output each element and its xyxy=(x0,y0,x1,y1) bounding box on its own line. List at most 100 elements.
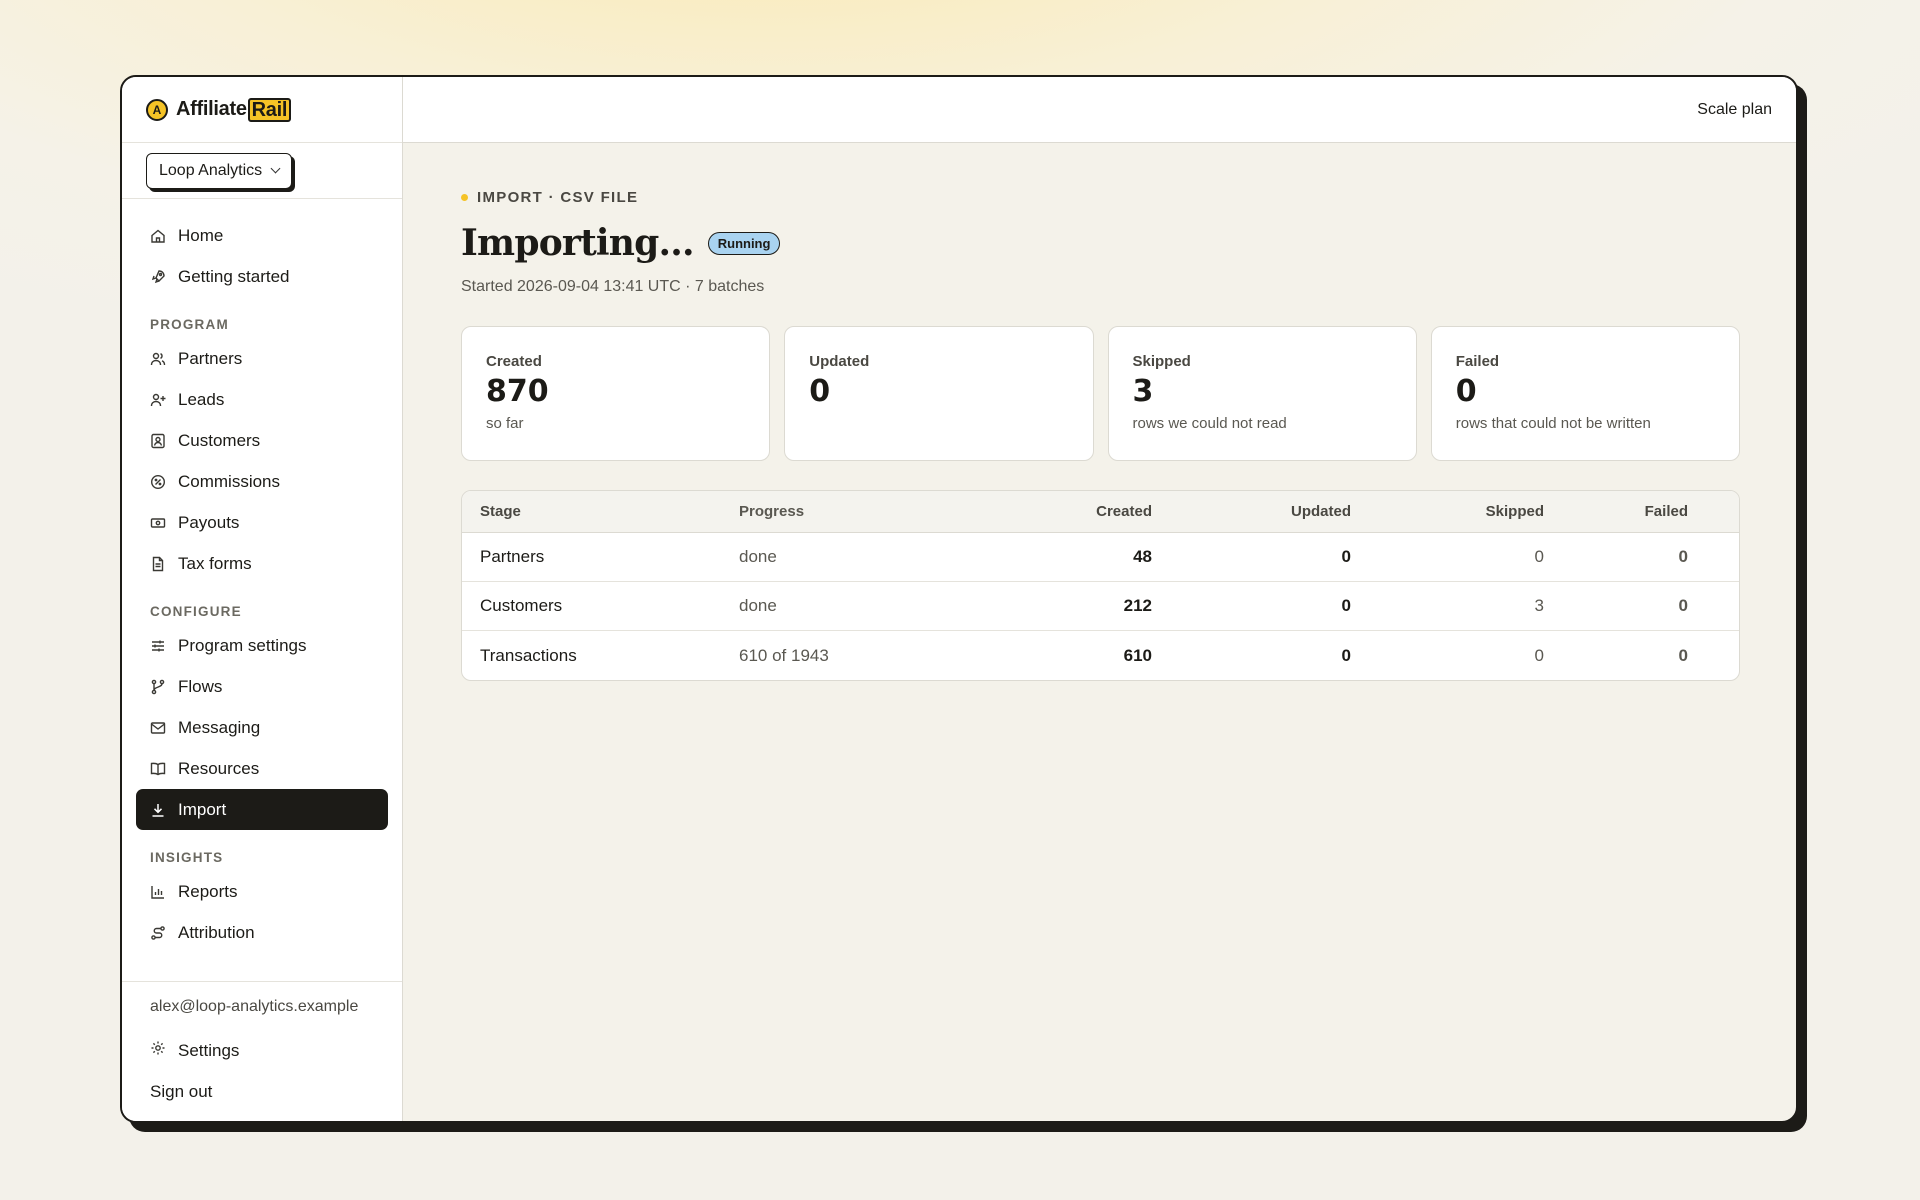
sidebar: A Affiliate Rail Loop Analytics Home Gett… xyxy=(122,77,403,1121)
cell-created: 48 xyxy=(1133,547,1152,566)
page-title: Importing... xyxy=(461,222,695,264)
sidebar-item-label: Getting started xyxy=(178,266,290,286)
org-selector[interactable]: Loop Analytics xyxy=(146,152,293,189)
logo-mark-icon: A xyxy=(146,98,168,121)
sidebar-item-reports[interactable]: Reports xyxy=(136,871,388,912)
sidebar-item-import[interactable]: Import xyxy=(136,789,388,830)
cell-progress: done xyxy=(739,596,777,615)
rocket-icon xyxy=(150,269,166,285)
stat-value: 3 xyxy=(1132,374,1154,409)
sidebar-item-tax-forms[interactable]: Tax forms xyxy=(136,543,388,584)
section-title-insights: INSIGHTS xyxy=(150,850,224,865)
brand-name-part1: Affiliate xyxy=(176,97,247,120)
stat-value: 0 xyxy=(1455,374,1477,409)
stat-label: Created xyxy=(486,353,542,370)
cell-skipped: 3 xyxy=(1534,596,1544,615)
download-icon xyxy=(150,802,166,818)
sidebar-item-label: Program settings xyxy=(178,635,307,655)
stat-value: 0 xyxy=(809,374,831,409)
sidebar-item-leads[interactable]: Leads xyxy=(136,379,388,420)
table-row: Customers done 212 0 3 0 xyxy=(462,582,1739,631)
topbar: Scale plan xyxy=(403,77,1796,143)
cell-updated: 0 xyxy=(1341,645,1351,665)
cell-progress: 610 of 1943 xyxy=(739,645,829,665)
stat-value: 870 xyxy=(486,374,549,409)
user-plus-icon xyxy=(150,392,166,408)
cell-skipped: 0 xyxy=(1534,645,1544,665)
sidebar-item-label: Customers xyxy=(178,430,261,450)
sidebar-item-flows[interactable]: Flows xyxy=(136,666,388,707)
table-row: Partners done 48 0 0 0 xyxy=(462,533,1739,582)
mail-icon xyxy=(150,720,166,736)
stat-note: rows we could not read xyxy=(1132,415,1287,432)
stat-note: rows that could not be written xyxy=(1455,415,1651,432)
sidebar-item-commissions[interactable]: Commissions xyxy=(136,461,388,502)
sidebar-item-customers[interactable]: Customers xyxy=(136,420,388,461)
org-selector-label: Loop Analytics xyxy=(159,161,263,179)
sign-out-label: Sign out xyxy=(150,1081,213,1101)
sidebar-item-label: Messaging xyxy=(178,717,261,737)
sidebar-item-label: Attribution xyxy=(178,922,255,942)
page-eyebrow: IMPORT · CSV FILE xyxy=(461,189,1740,206)
stat-label: Skipped xyxy=(1132,353,1191,370)
column-header-stage: Stage xyxy=(480,503,521,520)
sidebar-item-partners[interactable]: Partners xyxy=(136,338,388,379)
column-header-failed: Failed xyxy=(1644,503,1688,520)
sidebar-item-label: Leads xyxy=(178,389,225,409)
stat-card-updated: Updated 0 xyxy=(784,326,1094,461)
banknote-icon xyxy=(150,515,166,531)
stat-label: Updated xyxy=(809,353,870,370)
column-header-updated: Updated xyxy=(1291,503,1351,520)
settings-link[interactable]: Settings xyxy=(150,1030,402,1071)
section-title-configure: CONFIGURE xyxy=(150,604,242,619)
main-panel: Scale plan IMPORT · CSV FILE Importing..… xyxy=(403,77,1796,1121)
branch-icon xyxy=(150,679,166,695)
column-header-progress: Progress xyxy=(739,503,805,520)
page-subtitle: Started 2026-09-04 13:41 UTC · 7 batches xyxy=(461,278,765,295)
page-content: IMPORT · CSV FILE Importing... Running S… xyxy=(403,143,1796,681)
sidebar-item-label: Reports xyxy=(178,881,238,901)
cell-skipped: 0 xyxy=(1534,547,1544,566)
brand-logo[interactable]: A Affiliate Rail xyxy=(122,77,402,143)
sidebar-item-program-settings[interactable]: Program settings xyxy=(136,625,388,666)
stat-note: so far xyxy=(486,415,524,432)
account-email: alex@loop-analytics.example xyxy=(150,998,359,1015)
cell-failed: 0 xyxy=(1678,645,1688,665)
book-icon xyxy=(150,761,166,777)
chevron-down-icon xyxy=(270,163,281,174)
plan-link[interactable]: Scale plan xyxy=(1697,101,1772,119)
route-icon xyxy=(150,925,166,941)
cell-failed: 0 xyxy=(1678,596,1688,615)
app-window: A Affiliate Rail Loop Analytics Home Gett… xyxy=(120,75,1798,1123)
stat-cards: Created 870 so far Updated 0 Skipped 3 r… xyxy=(461,326,1740,461)
file-icon xyxy=(150,556,166,572)
sidebar-item-getting-started[interactable]: Getting started xyxy=(136,256,388,297)
sidebar-item-messaging[interactable]: Messaging xyxy=(136,707,388,748)
settings-label: Settings xyxy=(178,1040,240,1060)
column-header-created: Created xyxy=(1096,503,1152,520)
sidebar-item-label: Commissions xyxy=(178,471,281,491)
sign-out-link[interactable]: Sign out xyxy=(150,1071,402,1112)
users-icon xyxy=(150,351,166,367)
section-title-program: PROGRAM xyxy=(150,317,229,332)
gear-icon xyxy=(150,1040,166,1061)
sidebar-item-label: Resources xyxy=(178,758,260,778)
sidebar-item-label: Flows xyxy=(178,676,223,696)
cell-updated: 0 xyxy=(1341,547,1351,566)
cell-created: 212 xyxy=(1123,596,1152,615)
sidebar-item-resources[interactable]: Resources xyxy=(136,748,388,789)
sidebar-item-attribution[interactable]: Attribution xyxy=(136,912,388,953)
cell-stage: Partners xyxy=(480,547,545,566)
contact-icon xyxy=(150,433,166,449)
sidebar-item-home[interactable]: Home xyxy=(136,215,388,256)
cell-stage: Customers xyxy=(480,596,563,615)
eyebrow-label: IMPORT · CSV FILE xyxy=(477,189,639,206)
sidebar-item-payouts[interactable]: Payouts xyxy=(136,502,388,543)
sliders-icon xyxy=(150,638,166,654)
sidebar-item-label: Partners xyxy=(178,348,243,368)
column-header-skipped: Skipped xyxy=(1485,503,1544,520)
stat-card-failed: Failed 0 rows that could not be written xyxy=(1430,326,1740,461)
cell-failed: 0 xyxy=(1678,547,1688,566)
sidebar-item-label: Home xyxy=(178,225,224,245)
stat-card-created: Created 870 so far xyxy=(461,326,771,461)
